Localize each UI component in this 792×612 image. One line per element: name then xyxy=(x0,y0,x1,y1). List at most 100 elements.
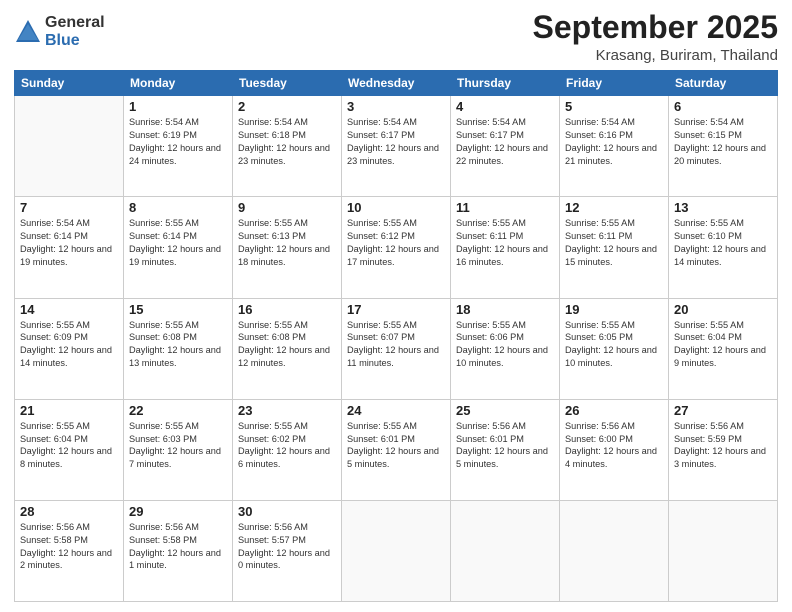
calendar-cell: 5 Sunrise: 5:54 AM Sunset: 6:16 PM Daylig… xyxy=(560,96,669,197)
header: General Blue September 2025 Krasang, Bur… xyxy=(14,10,778,64)
day-info: Sunrise: 5:56 AM Sunset: 5:58 PM Dayligh… xyxy=(20,521,118,573)
logo-text: General Blue xyxy=(45,14,105,49)
location: Krasang, Buriram, Thailand xyxy=(533,47,778,64)
day-number: 23 xyxy=(238,403,336,418)
day-info: Sunrise: 5:54 AM Sunset: 6:15 PM Dayligh… xyxy=(674,116,772,168)
calendar-cell: 15Sunrise: 5:55 AM Sunset: 6:08 PM Dayli… xyxy=(124,298,233,399)
calendar-cell: 3 Sunrise: 5:54 AM Sunset: 6:17 PM Daylig… xyxy=(342,96,451,197)
day-info: Sunrise: 5:54 AM Sunset: 6:17 PM Dayligh… xyxy=(347,116,445,168)
col-saturday: Saturday xyxy=(669,71,778,96)
day-info: Sunrise: 5:56 AM Sunset: 5:57 PM Dayligh… xyxy=(238,521,336,573)
day-number: 3 xyxy=(347,99,445,114)
day-info: Sunrise: 5:55 AM Sunset: 6:04 PM Dayligh… xyxy=(674,319,772,371)
day-info: Sunrise: 5:55 AM Sunset: 6:06 PM Dayligh… xyxy=(456,319,554,371)
calendar-cell: 21Sunrise: 5:55 AM Sunset: 6:04 PM Dayli… xyxy=(15,399,124,500)
calendar-cell: 11 Sunrise: 5:55 AM Sunset: 6:11 PM Dayli… xyxy=(451,197,560,298)
day-info: Sunrise: 5:55 AM Sunset: 6:10 PM Dayligh… xyxy=(674,217,772,269)
calendar-cell: 27 Sunrise: 5:56 AM Sunset: 5:59 PM Dayli… xyxy=(669,399,778,500)
day-number: 1 xyxy=(129,99,227,114)
calendar-cell xyxy=(451,500,560,601)
calendar-cell: 23Sunrise: 5:55 AM Sunset: 6:02 PM Dayli… xyxy=(233,399,342,500)
day-info: Sunrise: 5:55 AM Sunset: 6:13 PM Dayligh… xyxy=(238,217,336,269)
day-info: Sunrise: 5:54 AM Sunset: 6:16 PM Dayligh… xyxy=(565,116,663,168)
col-tuesday: Tuesday xyxy=(233,71,342,96)
day-number: 15 xyxy=(129,302,227,317)
day-info: Sunrise: 5:56 AM Sunset: 5:58 PM Dayligh… xyxy=(129,521,227,573)
col-sunday: Sunday xyxy=(15,71,124,96)
page: General Blue September 2025 Krasang, Bur… xyxy=(0,0,792,612)
day-number: 5 xyxy=(565,99,663,114)
day-number: 22 xyxy=(129,403,227,418)
calendar-cell: 1 Sunrise: 5:54 AM Sunset: 6:19 PM Daylig… xyxy=(124,96,233,197)
day-number: 4 xyxy=(456,99,554,114)
calendar-week-row-0: 1 Sunrise: 5:54 AM Sunset: 6:19 PM Daylig… xyxy=(15,96,778,197)
day-info: Sunrise: 5:54 AM Sunset: 6:19 PM Dayligh… xyxy=(129,116,227,168)
day-number: 8 xyxy=(129,200,227,215)
month-title: September 2025 xyxy=(533,10,778,45)
calendar-cell: 14 Sunrise: 5:55 AM Sunset: 6:09 PM Dayli… xyxy=(15,298,124,399)
day-number: 10 xyxy=(347,200,445,215)
calendar-cell xyxy=(560,500,669,601)
day-info: Sunrise: 5:54 AM Sunset: 6:18 PM Dayligh… xyxy=(238,116,336,168)
calendar-cell: 17 Sunrise: 5:55 AM Sunset: 6:07 PM Dayli… xyxy=(342,298,451,399)
calendar-table: Sunday Monday Tuesday Wednesday Thursday… xyxy=(14,70,778,602)
day-info: Sunrise: 5:55 AM Sunset: 6:05 PM Dayligh… xyxy=(565,319,663,371)
day-info: Sunrise: 5:55 AM Sunset: 6:07 PM Dayligh… xyxy=(347,319,445,371)
calendar-cell: 26 Sunrise: 5:56 AM Sunset: 6:00 PM Dayli… xyxy=(560,399,669,500)
title-area: September 2025 Krasang, Buriram, Thailan… xyxy=(533,10,778,64)
day-info: Sunrise: 5:56 AM Sunset: 6:01 PM Dayligh… xyxy=(456,420,554,472)
day-number: 19 xyxy=(565,302,663,317)
day-number: 11 xyxy=(456,200,554,215)
day-number: 2 xyxy=(238,99,336,114)
day-info: Sunrise: 5:55 AM Sunset: 6:08 PM Dayligh… xyxy=(238,319,336,371)
calendar-cell: 8Sunrise: 5:55 AM Sunset: 6:14 PM Daylig… xyxy=(124,197,233,298)
calendar-cell: 7 Sunrise: 5:54 AM Sunset: 6:14 PM Daylig… xyxy=(15,197,124,298)
col-wednesday: Wednesday xyxy=(342,71,451,96)
calendar-cell: 28 Sunrise: 5:56 AM Sunset: 5:58 PM Dayli… xyxy=(15,500,124,601)
logo-general: General xyxy=(45,14,105,32)
day-info: Sunrise: 5:54 AM Sunset: 6:14 PM Dayligh… xyxy=(20,217,118,269)
day-number: 7 xyxy=(20,200,118,215)
day-number: 20 xyxy=(674,302,772,317)
calendar-cell: 4 Sunrise: 5:54 AM Sunset: 6:17 PM Daylig… xyxy=(451,96,560,197)
day-number: 14 xyxy=(20,302,118,317)
calendar-week-row-4: 28 Sunrise: 5:56 AM Sunset: 5:58 PM Dayli… xyxy=(15,500,778,601)
day-number: 29 xyxy=(129,504,227,519)
day-info: Sunrise: 5:55 AM Sunset: 6:11 PM Dayligh… xyxy=(456,217,554,269)
day-info: Sunrise: 5:55 AM Sunset: 6:12 PM Dayligh… xyxy=(347,217,445,269)
calendar-cell: 25Sunrise: 5:56 AM Sunset: 6:01 PM Dayli… xyxy=(451,399,560,500)
calendar-cell: 18 Sunrise: 5:55 AM Sunset: 6:06 PM Dayli… xyxy=(451,298,560,399)
logo: General Blue xyxy=(14,14,105,49)
day-number: 6 xyxy=(674,99,772,114)
day-info: Sunrise: 5:55 AM Sunset: 6:11 PM Dayligh… xyxy=(565,217,663,269)
calendar-cell xyxy=(342,500,451,601)
logo-icon xyxy=(14,18,42,46)
day-number: 9 xyxy=(238,200,336,215)
day-number: 17 xyxy=(347,302,445,317)
day-info: Sunrise: 5:55 AM Sunset: 6:01 PM Dayligh… xyxy=(347,420,445,472)
day-number: 26 xyxy=(565,403,663,418)
day-number: 27 xyxy=(674,403,772,418)
day-info: Sunrise: 5:54 AM Sunset: 6:17 PM Dayligh… xyxy=(456,116,554,168)
calendar-cell xyxy=(669,500,778,601)
day-info: Sunrise: 5:55 AM Sunset: 6:09 PM Dayligh… xyxy=(20,319,118,371)
day-number: 18 xyxy=(456,302,554,317)
day-number: 28 xyxy=(20,504,118,519)
day-info: Sunrise: 5:56 AM Sunset: 6:00 PM Dayligh… xyxy=(565,420,663,472)
day-info: Sunrise: 5:56 AM Sunset: 5:59 PM Dayligh… xyxy=(674,420,772,472)
day-number: 12 xyxy=(565,200,663,215)
calendar-cell: 13 Sunrise: 5:55 AM Sunset: 6:10 PM Dayli… xyxy=(669,197,778,298)
calendar-week-row-3: 21Sunrise: 5:55 AM Sunset: 6:04 PM Dayli… xyxy=(15,399,778,500)
calendar-cell xyxy=(15,96,124,197)
calendar-cell: 9 Sunrise: 5:55 AM Sunset: 6:13 PM Daylig… xyxy=(233,197,342,298)
day-info: Sunrise: 5:55 AM Sunset: 6:03 PM Dayligh… xyxy=(129,420,227,472)
calendar-cell: 24Sunrise: 5:55 AM Sunset: 6:01 PM Dayli… xyxy=(342,399,451,500)
calendar-cell: 29 Sunrise: 5:56 AM Sunset: 5:58 PM Dayli… xyxy=(124,500,233,601)
logo-blue: Blue xyxy=(45,32,105,50)
day-number: 13 xyxy=(674,200,772,215)
day-number: 30 xyxy=(238,504,336,519)
calendar-cell: 20 Sunrise: 5:55 AM Sunset: 6:04 PM Dayli… xyxy=(669,298,778,399)
col-friday: Friday xyxy=(560,71,669,96)
calendar-cell: 2 Sunrise: 5:54 AM Sunset: 6:18 PM Daylig… xyxy=(233,96,342,197)
calendar-week-row-2: 14 Sunrise: 5:55 AM Sunset: 6:09 PM Dayli… xyxy=(15,298,778,399)
